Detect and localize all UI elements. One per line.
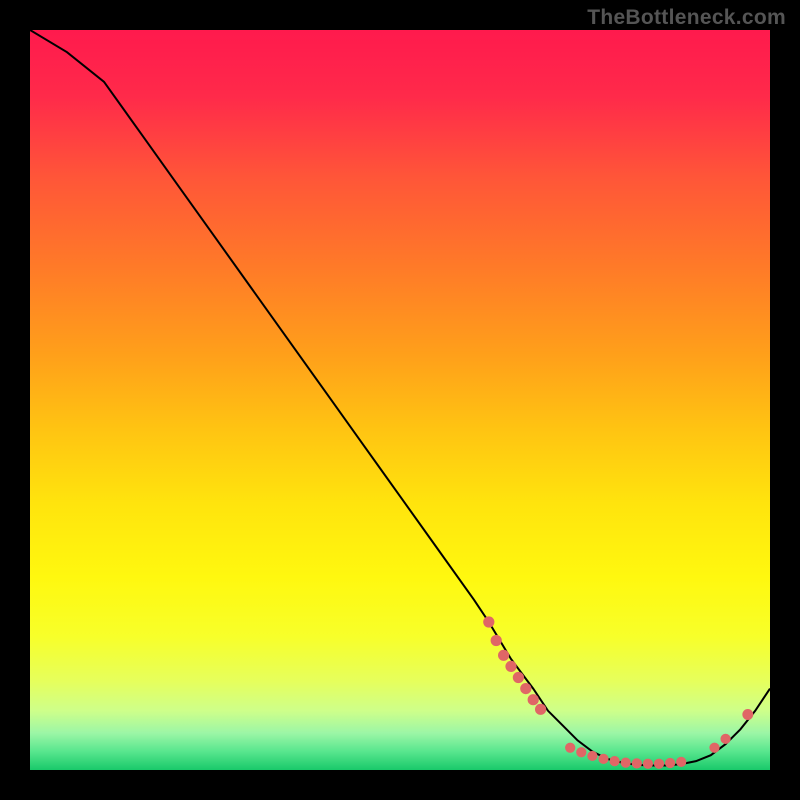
watermark-label: TheBottleneck.com xyxy=(587,6,786,30)
curve-marker xyxy=(676,757,686,767)
curve-marker xyxy=(513,672,524,683)
curve-marker xyxy=(632,758,642,768)
curve-marker xyxy=(742,709,753,720)
chart-svg xyxy=(30,30,770,770)
curve-marker xyxy=(609,756,619,766)
curve-marker xyxy=(621,757,631,767)
plot-area xyxy=(30,30,770,770)
curve-marker xyxy=(491,635,502,646)
gradient-background xyxy=(30,30,770,770)
curve-marker xyxy=(520,683,531,694)
curve-marker xyxy=(709,743,719,753)
curve-marker xyxy=(598,754,608,764)
curve-marker xyxy=(576,747,586,757)
chart-stage: TheBottleneck.com xyxy=(0,0,800,800)
curve-marker xyxy=(505,661,516,672)
curve-marker xyxy=(535,704,546,715)
curve-marker xyxy=(528,694,539,705)
curve-marker xyxy=(665,758,675,768)
curve-marker xyxy=(643,759,653,769)
curve-marker xyxy=(587,751,597,761)
curve-marker xyxy=(483,616,494,627)
curve-marker xyxy=(720,734,730,744)
curve-marker xyxy=(565,743,575,753)
curve-marker xyxy=(654,759,664,769)
curve-marker xyxy=(498,650,509,661)
